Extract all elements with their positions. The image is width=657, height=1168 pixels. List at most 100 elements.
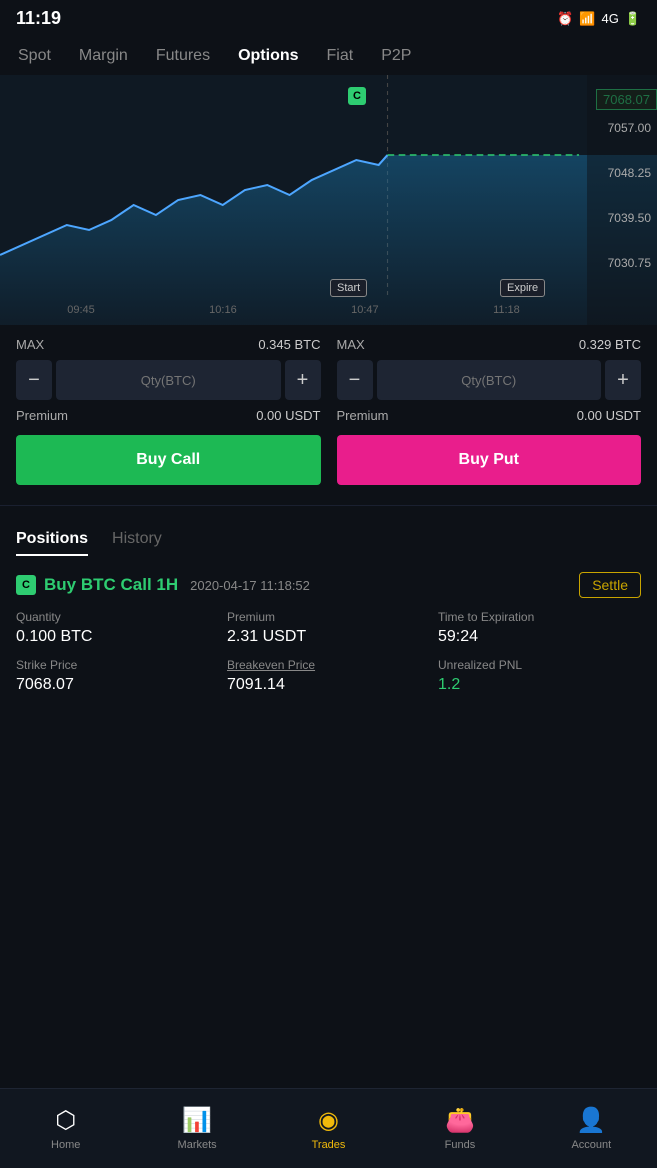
price-level-1: 7057.00 — [593, 121, 651, 135]
battery-icon: 🔋 — [625, 11, 641, 27]
tab-spot[interactable]: Spot — [4, 41, 65, 71]
buy-put-button[interactable]: Buy Put — [337, 435, 642, 485]
field-expiration-value: 59:24 — [438, 628, 641, 646]
chart-start-badge: Start — [330, 279, 367, 297]
alarm-icon: ⏰ — [557, 11, 573, 27]
put-premium-label: Premium — [337, 408, 389, 423]
field-expiration-label: Time to Expiration — [438, 610, 641, 624]
home-icon: ⬡ — [55, 1106, 76, 1135]
tab-fiat[interactable]: Fiat — [313, 41, 368, 71]
positions-tab[interactable]: Positions — [16, 530, 88, 556]
nav-funds[interactable]: 👛 Funds — [394, 1089, 525, 1168]
field-premium-value: 2.31 USDT — [227, 628, 430, 646]
price-level-4: 7030.75 — [593, 256, 651, 270]
put-max-value: 0.329 BTC — [579, 337, 641, 352]
call-qty-minus[interactable]: − — [16, 360, 52, 400]
wifi-icon: 📶 — [579, 11, 595, 27]
buy-call-column: MAX 0.345 BTC − + Premium 0.00 USDT Buy … — [16, 337, 321, 485]
call-qty-input[interactable] — [56, 360, 281, 400]
field-quantity-value: 0.100 BTC — [16, 628, 219, 646]
chart-area: C 7068.07 7057.00 7048.25 7039.50 7030.7… — [0, 75, 657, 325]
field-pnl-value: 1.2 — [438, 676, 641, 694]
time-4: 11:18 — [493, 304, 520, 316]
funds-icon: 👛 — [445, 1106, 475, 1135]
call-max-value: 0.345 BTC — [258, 337, 320, 352]
call-max-label: MAX — [16, 337, 44, 352]
position-c-badge: C — [16, 575, 36, 595]
put-max-label: MAX — [337, 337, 365, 352]
field-breakeven-label: Breakeven Price — [227, 658, 430, 672]
status-icons: ⏰ 📶 4G 🔋 — [557, 11, 641, 27]
call-premium-row: Premium 0.00 USDT — [16, 408, 321, 423]
nav-funds-label: Funds — [445, 1139, 476, 1151]
trading-section: MAX 0.345 BTC − + Premium 0.00 USDT Buy … — [0, 325, 657, 497]
put-qty-minus[interactable]: − — [337, 360, 373, 400]
field-breakeven: Breakeven Price 7091.14 — [227, 658, 430, 694]
account-icon: 👤 — [576, 1106, 606, 1135]
nav-account[interactable]: 👤 Account — [526, 1089, 657, 1168]
nav-tabs: Spot Margin Futures Options Fiat P2P — [0, 33, 657, 75]
chart-bottom-times: 09:45 10:16 10:47 11:18 — [0, 295, 587, 325]
position-title: Buy BTC Call 1H — [44, 575, 178, 595]
field-pnl: Unrealized PNL 1.2 — [438, 658, 641, 694]
time-1: 09:45 — [67, 304, 95, 316]
call-qty-plus[interactable]: + — [285, 360, 321, 400]
field-strike-label: Strike Price — [16, 658, 219, 672]
buy-call-button[interactable]: Buy Call — [16, 435, 321, 485]
put-qty-plus[interactable]: + — [605, 360, 641, 400]
put-qty-row: − + — [337, 360, 642, 400]
field-strike: Strike Price 7068.07 — [16, 658, 219, 694]
divider-1 — [0, 505, 657, 506]
field-expiration: Time to Expiration 59:24 — [438, 610, 641, 646]
field-quantity-label: Quantity — [16, 610, 219, 624]
tab-margin[interactable]: Margin — [65, 41, 142, 71]
position-time: 2020-04-17 11:18:52 — [190, 578, 310, 593]
field-quantity: Quantity 0.100 BTC — [16, 610, 219, 646]
history-tab[interactable]: History — [112, 530, 162, 556]
chart-expire-badge: Expire — [500, 279, 545, 297]
call-premium-label: Premium — [16, 408, 68, 423]
buy-put-column: MAX 0.329 BTC − + Premium 0.00 USDT Buy … — [337, 337, 642, 485]
trading-row: MAX 0.345 BTC − + Premium 0.00 USDT Buy … — [16, 337, 641, 485]
price-level-2: 7048.25 — [593, 166, 651, 180]
nav-markets-label: Markets — [178, 1139, 217, 1151]
nav-home-label: Home — [51, 1139, 80, 1151]
tab-p2p[interactable]: P2P — [367, 41, 425, 71]
positions-section: Positions History C Buy BTC Call 1H 2020… — [0, 514, 657, 710]
call-premium-value: 0.00 USDT — [256, 408, 320, 423]
bottom-nav: ⬡ Home 📊 Markets ◉ Trades 👛 Funds 👤 Acco… — [0, 1088, 657, 1168]
nav-account-label: Account — [571, 1139, 611, 1151]
position-grid: Quantity 0.100 BTC Premium 2.31 USDT Tim… — [16, 610, 641, 694]
settle-button[interactable]: Settle — [579, 572, 641, 598]
signal-icon: 4G — [601, 11, 618, 26]
call-max-row: MAX 0.345 BTC — [16, 337, 321, 352]
put-premium-row: Premium 0.00 USDT — [337, 408, 642, 423]
position-card: C Buy BTC Call 1H 2020-04-17 11:18:52 Se… — [16, 572, 641, 694]
tab-futures[interactable]: Futures — [142, 41, 224, 71]
put-max-row: MAX 0.329 BTC — [337, 337, 642, 352]
field-strike-value: 7068.07 — [16, 676, 219, 694]
nav-home[interactable]: ⬡ Home — [0, 1089, 131, 1168]
status-bar: 11:19 ⏰ 📶 4G 🔋 — [0, 0, 657, 33]
position-header: C Buy BTC Call 1H 2020-04-17 11:18:52 Se… — [16, 572, 641, 598]
field-premium-label: Premium — [227, 610, 430, 624]
call-qty-row: − + — [16, 360, 321, 400]
field-premium: Premium 2.31 USDT — [227, 610, 430, 646]
time-3: 10:47 — [351, 304, 379, 316]
put-premium-value: 0.00 USDT — [577, 408, 641, 423]
put-qty-input[interactable] — [377, 360, 602, 400]
field-pnl-label: Unrealized PNL — [438, 658, 641, 672]
chart-c-badge: C — [348, 87, 366, 105]
tab-options[interactable]: Options — [224, 41, 312, 71]
time-2: 10:16 — [209, 304, 237, 316]
nav-trades[interactable]: ◉ Trades — [263, 1089, 394, 1168]
markets-icon: 📊 — [182, 1106, 212, 1135]
nav-trades-label: Trades — [312, 1139, 346, 1151]
price-level-3: 7039.50 — [593, 211, 651, 225]
status-time: 11:19 — [16, 8, 61, 29]
field-breakeven-value: 7091.14 — [227, 676, 430, 694]
chart-right-prices: 7057.00 7048.25 7039.50 7030.75 — [587, 75, 657, 325]
positions-tabs: Positions History — [16, 530, 641, 556]
trades-icon: ◉ — [318, 1106, 339, 1135]
nav-markets[interactable]: 📊 Markets — [131, 1089, 262, 1168]
